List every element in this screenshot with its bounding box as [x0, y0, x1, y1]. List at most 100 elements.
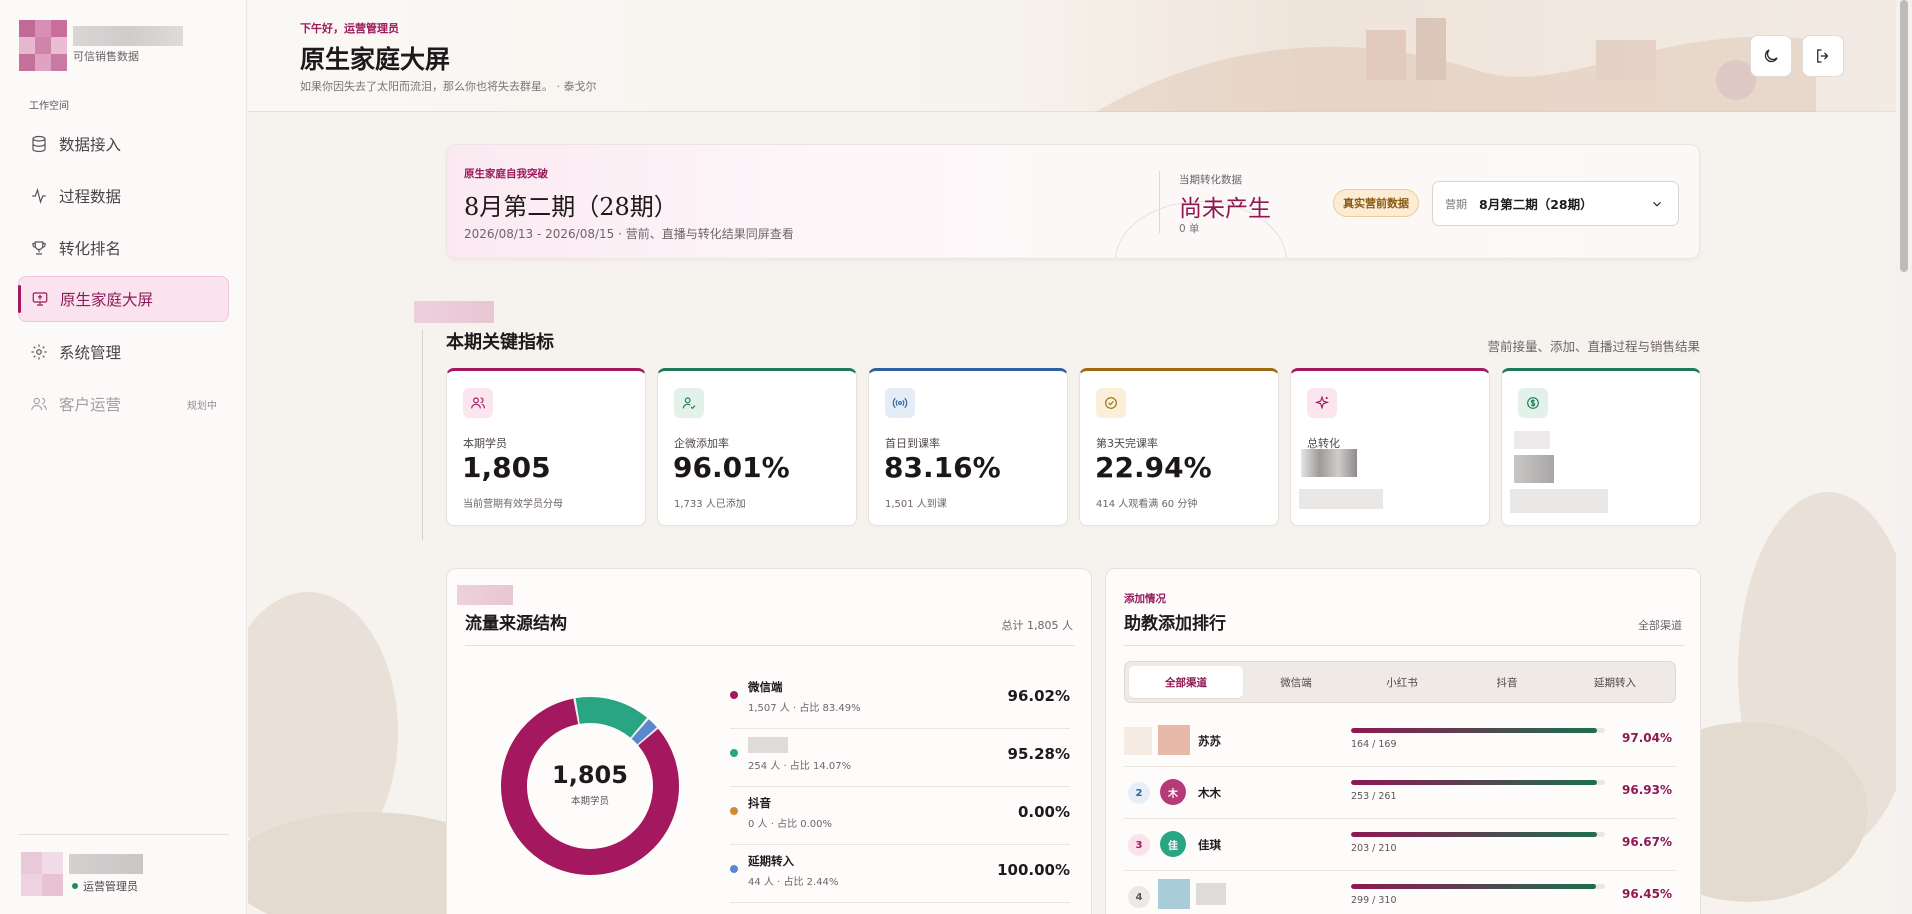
scrollbar-thumb[interactable]: [1900, 0, 1908, 272]
metric-card-day3-completion: 第3天完课率 22.94% 414 人观看满 60 分钟: [1079, 368, 1279, 526]
monitor-icon: [31, 290, 49, 308]
tab-deferred[interactable]: 延期转入: [1558, 666, 1672, 698]
workspace-label: 工作空间: [29, 101, 69, 112]
scrollbar[interactable]: [1896, 0, 1912, 914]
metric-card-day1-attendance: 首日到课率 83.16% 1,501 人到课: [868, 368, 1068, 526]
redacted-name: [1196, 883, 1226, 905]
redacted-value: [1514, 455, 1554, 483]
logout-icon: [1817, 49, 1829, 63]
metric-label: 首日到课率: [885, 437, 940, 450]
metric-card-wecom-add-rate: 企微添加率 96.01% 1,733 人已添加: [657, 368, 857, 526]
traffic-source-card: 流量来源结构 总计 1,805 人 1,805 本期学员 微信端 1,507 人…: [446, 568, 1092, 914]
sidebar-item-data-import[interactable]: 数据接入: [18, 121, 229, 167]
period-title: 8月第二期（28期）: [464, 193, 678, 221]
redacted-rank: [1124, 727, 1152, 755]
traffic-title: 流量来源结构: [465, 614, 567, 634]
add-rate: 97.04%: [1622, 731, 1672, 745]
logout-button[interactable]: [1802, 35, 1844, 77]
table-row[interactable]: 4 299 / 310 96.45%: [1124, 871, 1676, 914]
select-label: 营期: [1445, 197, 1467, 211]
brand[interactable]: 可信销售数据: [19, 20, 183, 71]
moon-icon: [1764, 49, 1778, 63]
table-row[interactable]: 3 佳 佳琪 203 / 210 96.67%: [1124, 819, 1676, 871]
trophy-icon: [30, 239, 48, 257]
gear-icon: [30, 343, 48, 361]
header-quote: 如果你因失去了太阳而流泪，那么你也将失去群星。 · 泰戈尔: [300, 80, 597, 93]
progress-bar: [1351, 884, 1605, 889]
metric-card-total-conversion: 总转化: [1290, 368, 1490, 526]
key-metrics-title: 本期关键指标: [446, 332, 554, 353]
legend-dot: [730, 807, 738, 815]
chevron-down-icon: [1653, 201, 1661, 207]
assistant-name: 佳琪: [1198, 838, 1221, 852]
metric-value: 1,805: [462, 451, 551, 484]
select-value: 8月第二期（28期）: [1479, 197, 1593, 212]
real-data-badge: 真实营前数据: [1333, 189, 1419, 217]
sidebar-item-process-data[interactable]: 过程数据: [18, 173, 229, 219]
metric-subtext: 414 人观看满 60 分钟: [1096, 499, 1198, 510]
metric-label: 第3天完课率: [1096, 437, 1158, 450]
sidebar-item-customer-ops: 客户运营 规划中: [18, 381, 229, 427]
page-title: 原生家庭大屏: [300, 45, 451, 74]
divider: [1124, 645, 1684, 646]
add-rate: 96.93%: [1622, 783, 1672, 797]
sidebar-item-label: 原生家庭大屏: [60, 291, 154, 309]
section-decoration: [457, 585, 513, 605]
donut-center-value: 1,805: [552, 761, 628, 789]
user-profile[interactable]: 运营管理员: [21, 852, 143, 896]
period-select[interactable]: 营期 8月第二期（28期）: [1432, 181, 1679, 226]
header-illustration: [1096, 18, 1816, 112]
sidebar: 可信销售数据 工作空间 数据接入 过程数据 转化排名 原生家庭大屏 系统管理 客…: [0, 0, 247, 914]
tab-douyin[interactable]: 抖音: [1450, 666, 1564, 698]
legend-sub: 44 人 · 占比 2.44%: [748, 877, 839, 888]
assistant-name: 苏苏: [1198, 734, 1221, 748]
avatar: 佳: [1160, 831, 1186, 857]
broadcast-icon: [885, 388, 915, 418]
add-count: 253 / 261: [1351, 791, 1397, 802]
legend-pct: 96.02%: [1007, 687, 1070, 705]
avatar: [21, 852, 63, 896]
tab-all-channels[interactable]: 全部渠道: [1129, 666, 1243, 698]
metric-subtext: 1,733 人已添加: [674, 499, 746, 510]
metric-subtext: 1,501 人到课: [885, 499, 947, 510]
sidebar-item-system-management[interactable]: 系统管理: [18, 329, 229, 375]
progress-bar: [1351, 832, 1605, 837]
theme-toggle-button[interactable]: [1750, 35, 1792, 77]
conversion-label: 当期转化数据: [1179, 174, 1242, 186]
metric-value: 22.94%: [1095, 451, 1212, 484]
table-row[interactable]: 苏苏 164 / 169 97.04%: [1124, 715, 1676, 767]
ranking-title: 助教添加排行: [1124, 614, 1226, 634]
legend-sub: 0 人 · 占比 0.00%: [748, 819, 833, 830]
sidebar-item-family-dashboard[interactable]: 原生家庭大屏: [18, 276, 229, 322]
rank-number: 3: [1128, 834, 1150, 856]
legend-pct: 0.00%: [1017, 803, 1070, 821]
redacted-subtext: [1299, 489, 1383, 509]
table-row[interactable]: 2 木 木木 253 / 261 96.93%: [1124, 767, 1676, 819]
metric-card-revenue: [1501, 368, 1701, 526]
legend-name: 抖音: [748, 796, 771, 810]
avatar: 木: [1160, 779, 1186, 805]
ranking-tag: 添加情况: [1124, 593, 1166, 605]
avatar: [1158, 725, 1190, 755]
users-icon: [30, 395, 48, 413]
key-metrics-description: 营前接量、添加、直播过程与销售结果: [1487, 339, 1700, 354]
sidebar-item-label: 过程数据: [59, 188, 122, 206]
user-role: 运营管理员: [72, 878, 143, 894]
main-content: 下午好，运营管理员 原生家庭大屏 如果你因失去了太阳而流泪，那么你也将失去群星。…: [248, 0, 1896, 914]
database-icon: [30, 135, 48, 153]
metric-label: 本期学员: [463, 437, 507, 450]
redacted-legend-name: [748, 737, 788, 753]
sidebar-item-conversion-ranking[interactable]: 转化排名: [18, 225, 229, 271]
brand-logo: [19, 20, 67, 71]
users-icon: [463, 388, 493, 418]
metric-subtext: 当前营期有效学员分母: [463, 499, 563, 510]
metric-value: 96.01%: [673, 451, 790, 484]
donut-center-label: 本期学员: [570, 796, 609, 807]
period-card: 原生家庭自我突破 8月第二期（28期） 2026/08/13 - 2026/08…: [446, 144, 1700, 259]
tab-wechat[interactable]: 微信端: [1239, 666, 1353, 698]
period-subtitle: 2026/08/13 - 2026/08/15 · 营前、直播与转化结果同屏查看: [464, 227, 794, 241]
legend-item-redacted: 254 人 · 占比 14.07% 95.28%: [730, 729, 1070, 787]
assistant-ranking-card: 添加情况 助教添加排行 全部渠道 全部渠道 微信端 小红书 抖音 延期转入 苏苏…: [1105, 568, 1701, 914]
tab-xiaohongshu[interactable]: 小红书: [1345, 666, 1459, 698]
sidebar-item-label: 客户运营: [59, 396, 122, 414]
